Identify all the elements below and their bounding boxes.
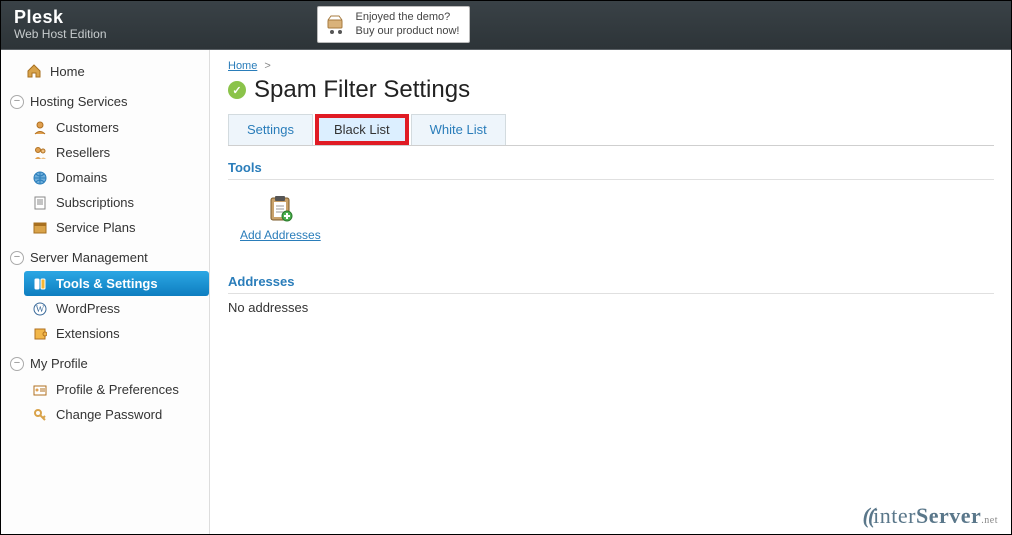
- card-icon: [32, 383, 48, 397]
- sidebar-item-label: Tools & Settings: [56, 276, 158, 291]
- svg-text:W: W: [36, 304, 45, 314]
- user-icon: [32, 121, 48, 135]
- sidebar-section-profile: − My Profile Profile & Preferences Chang…: [0, 352, 209, 427]
- sidebar-item-label: Home: [50, 64, 85, 79]
- sidebar-item-label: Customers: [56, 120, 119, 135]
- sidebar-item-wordpress[interactable]: W WordPress: [24, 296, 209, 321]
- sidebar-item-extensions[interactable]: Extensions: [24, 321, 209, 346]
- sidebar-section-title: My Profile: [30, 356, 88, 371]
- main-content: Home > ✓ Spam Filter Settings Settings B…: [210, 50, 1012, 535]
- footer-brand: ((interServer.net: [863, 503, 999, 529]
- sidebar-section-toggle[interactable]: − Server Management: [0, 246, 209, 269]
- add-addresses-button[interactable]: Add Addresses: [240, 194, 321, 242]
- clipboard-add-icon: [265, 194, 295, 224]
- brand-edition: Web Host Edition: [14, 28, 107, 41]
- collapse-icon: −: [10, 95, 24, 109]
- home-icon: [26, 63, 42, 79]
- sidebar-item-label: WordPress: [56, 301, 120, 316]
- sidebar-item-service-plans[interactable]: Service Plans: [24, 215, 209, 240]
- sidebar-item-label: Extensions: [56, 326, 120, 341]
- chevron-right-icon: >: [264, 60, 270, 72]
- page-title: ✓ Spam Filter Settings: [228, 76, 994, 104]
- sidebar-item-label: Domains: [56, 170, 107, 185]
- sidebar-item-home[interactable]: Home: [0, 58, 209, 84]
- sidebar-item-label: Change Password: [56, 407, 162, 422]
- tools-icon: [32, 277, 48, 291]
- collapse-icon: −: [10, 357, 24, 371]
- users-icon: [32, 146, 48, 160]
- sidebar-item-domains[interactable]: Domains: [24, 165, 209, 190]
- collapse-icon: −: [10, 251, 24, 265]
- tab-white-list[interactable]: White List: [411, 114, 506, 145]
- sidebar-section-hosting: − Hosting Services Customers Resellers D…: [0, 90, 209, 240]
- sidebar-section-title: Hosting Services: [30, 94, 128, 109]
- sidebar-section-toggle[interactable]: − My Profile: [0, 352, 209, 375]
- wordpress-icon: W: [32, 302, 48, 316]
- sidebar-item-profile-prefs[interactable]: Profile & Preferences: [24, 377, 209, 402]
- key-icon: [32, 408, 48, 422]
- sidebar-item-label: Resellers: [56, 145, 110, 160]
- sidebar-item-label: Profile & Preferences: [56, 382, 179, 397]
- plan-icon: [32, 221, 48, 235]
- sidebar-item-resellers[interactable]: Resellers: [24, 140, 209, 165]
- sidebar-item-label: Subscriptions: [56, 195, 134, 210]
- puzzle-icon: [32, 327, 48, 341]
- breadcrumb: Home >: [228, 60, 994, 72]
- page-title-text: Spam Filter Settings: [254, 76, 470, 104]
- add-addresses-link[interactable]: Add Addresses: [240, 228, 321, 242]
- promo-text: Enjoyed the demo? Buy our product now!: [356, 11, 460, 37]
- tab-settings[interactable]: Settings: [228, 114, 313, 145]
- sidebar-item-tools-settings[interactable]: Tools & Settings: [24, 271, 209, 296]
- tab-black-list[interactable]: Black List: [315, 114, 409, 145]
- addresses-heading: Addresses: [228, 274, 994, 294]
- globe-icon: [32, 171, 48, 185]
- sidebar-section-server: − Server Management Tools & Settings W W…: [0, 246, 209, 346]
- cart-icon: [324, 14, 348, 36]
- document-icon: [32, 196, 48, 210]
- promo-button[interactable]: Enjoyed the demo? Buy our product now!: [317, 6, 471, 42]
- tab-bar: Settings Black List White List: [228, 114, 994, 146]
- sidebar-item-change-password[interactable]: Change Password: [24, 402, 209, 427]
- tools-heading: Tools: [228, 160, 994, 180]
- check-circle-icon: ✓: [228, 81, 246, 99]
- brand-name: Plesk: [14, 8, 107, 28]
- app-header: Plesk Web Host Edition Enjoyed the demo?…: [0, 0, 1012, 50]
- breadcrumb-home[interactable]: Home: [228, 60, 257, 72]
- sidebar-item-customers[interactable]: Customers: [24, 115, 209, 140]
- sidebar-section-title: Server Management: [30, 250, 148, 265]
- sidebar: Home − Hosting Services Customers Resell…: [0, 50, 210, 535]
- sidebar-item-label: Service Plans: [56, 220, 135, 235]
- brand-block: Plesk Web Host Edition: [14, 8, 107, 41]
- empty-message: No addresses: [228, 300, 994, 315]
- sidebar-section-toggle[interactable]: − Hosting Services: [0, 90, 209, 113]
- sidebar-item-subscriptions[interactable]: Subscriptions: [24, 190, 209, 215]
